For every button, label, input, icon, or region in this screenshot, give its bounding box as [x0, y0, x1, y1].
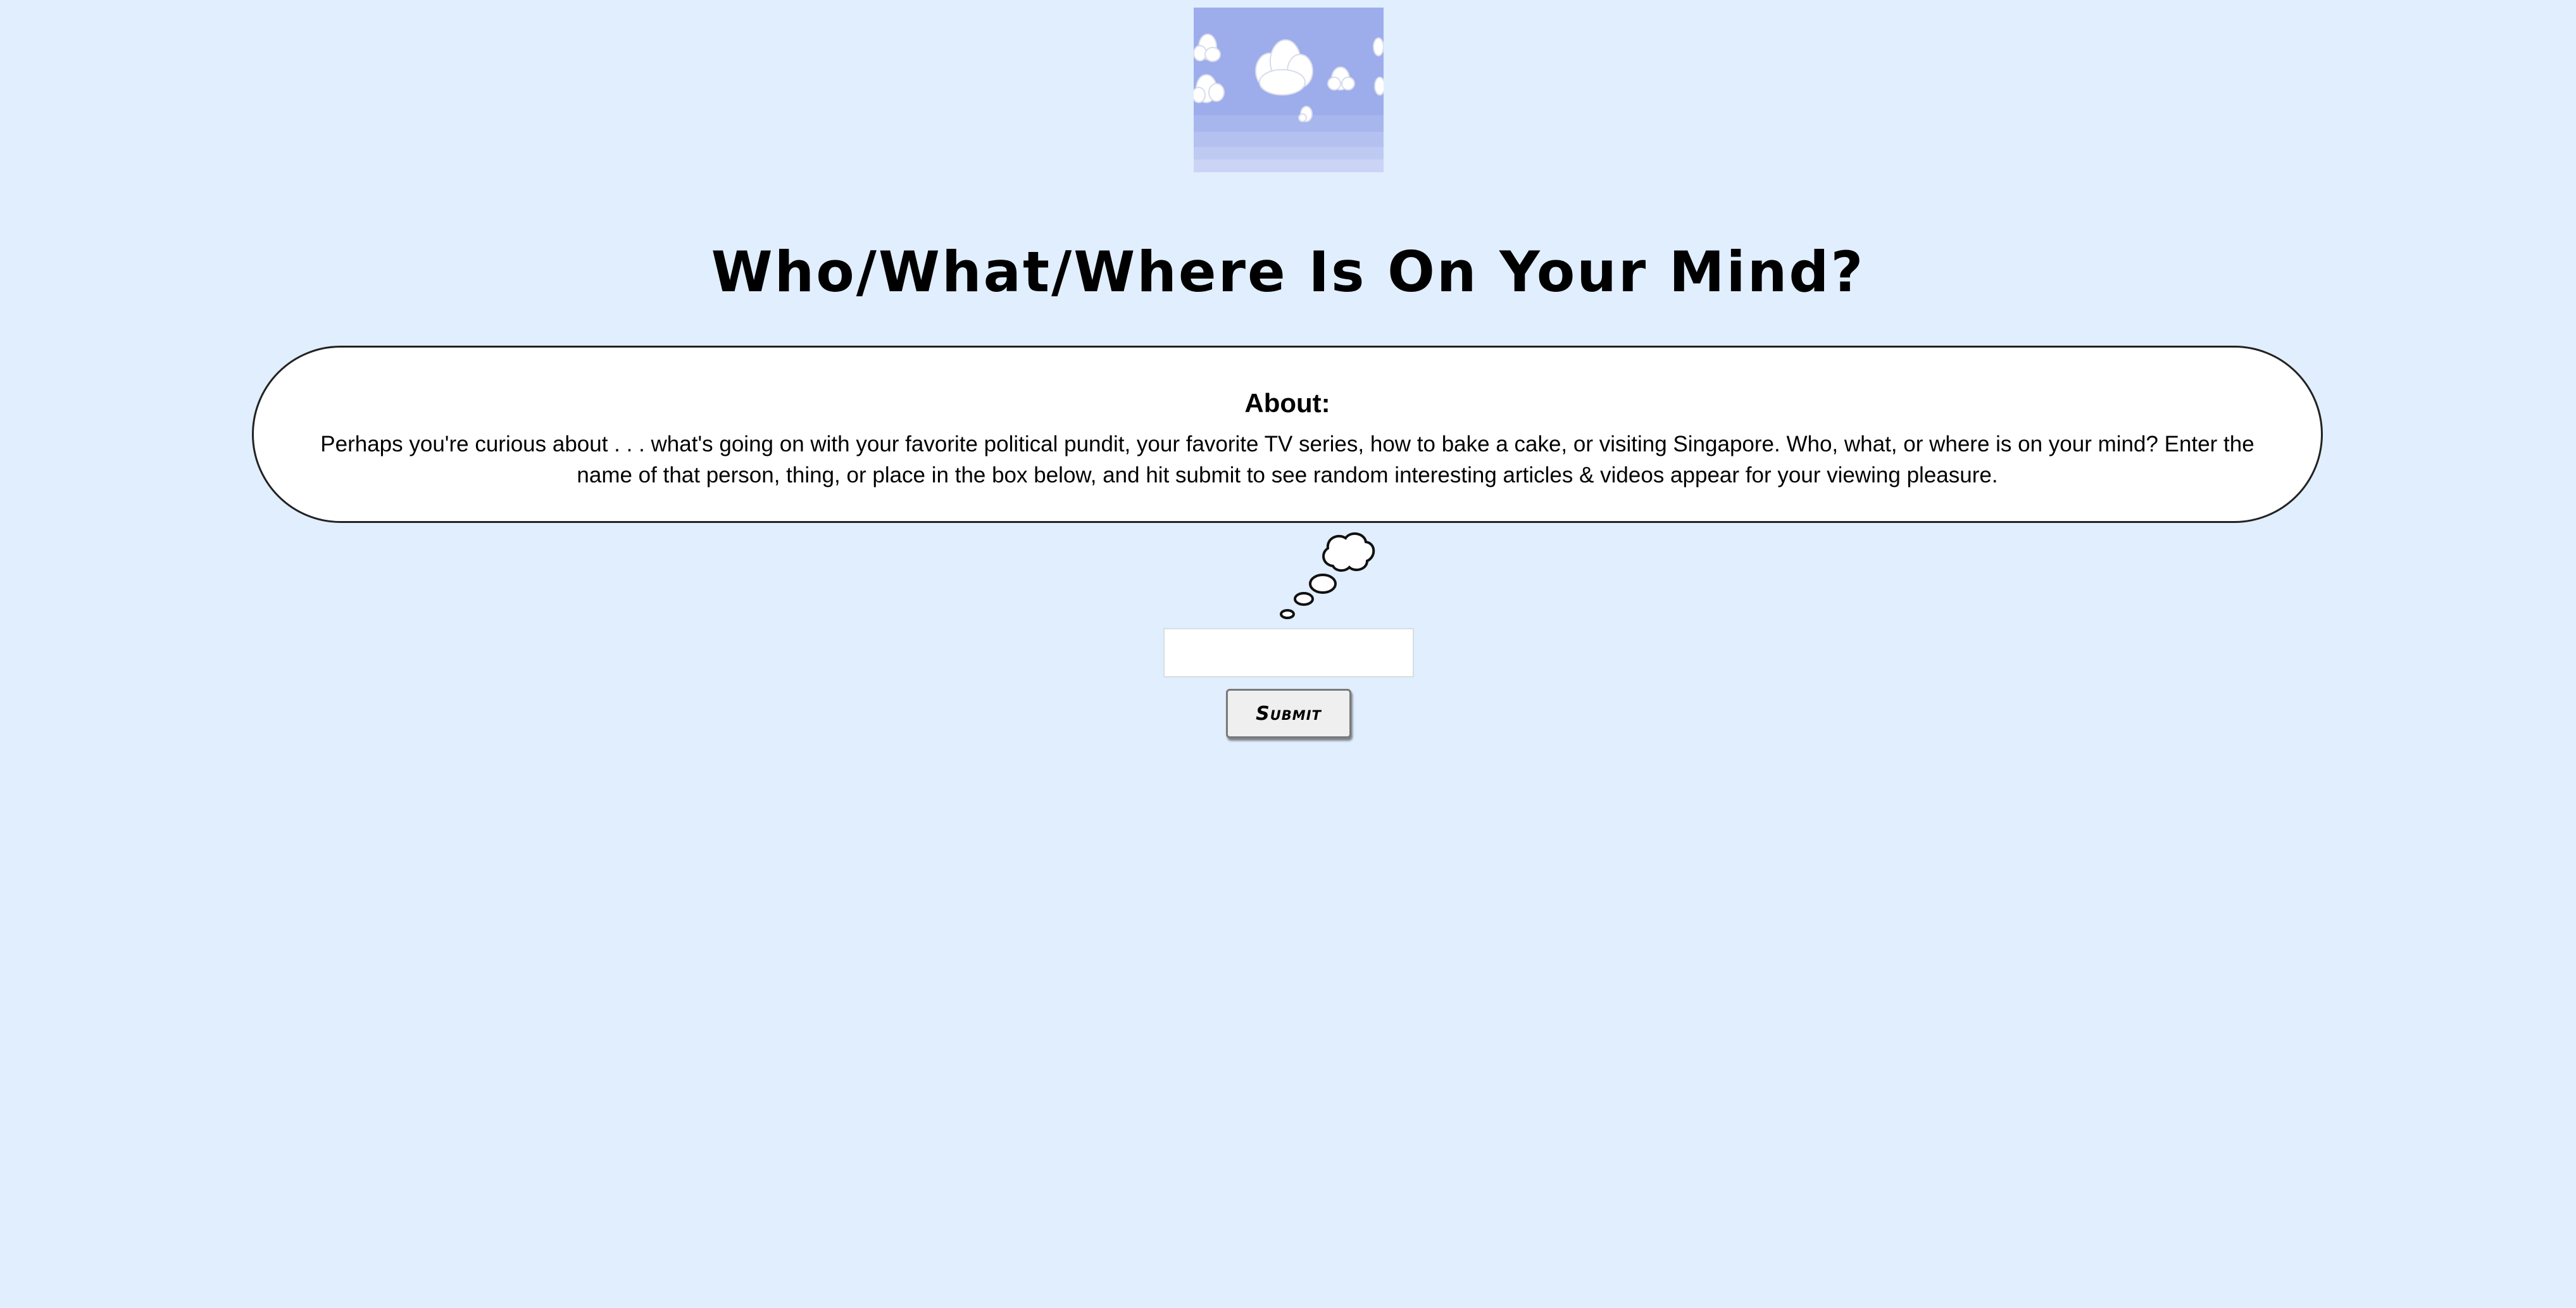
cloudy-sky-image	[1194, 8, 1384, 172]
about-text: Perhaps you're curious about . . . what'…	[320, 432, 2254, 487]
about-heading: About:	[1244, 388, 1330, 418]
thought-bubble-icon	[1280, 532, 1375, 619]
submit-button[interactable]: Submit	[1226, 689, 1351, 738]
about-section: About: Perhaps you're curious about . . …	[252, 346, 2323, 523]
page-title: Who/What/Where Is On Your Mind?	[711, 239, 1865, 305]
search-input[interactable]	[1163, 628, 1414, 677]
